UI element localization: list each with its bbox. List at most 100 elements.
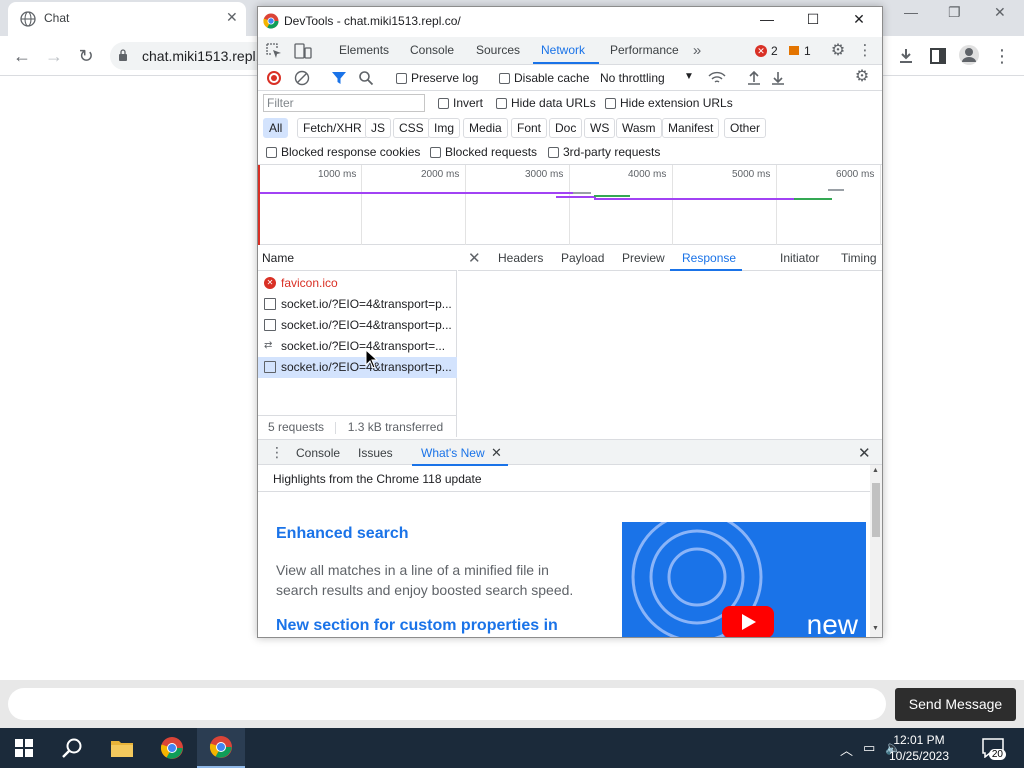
export-har-icon[interactable] bbox=[770, 70, 786, 86]
type-filter-manifest[interactable]: Manifest bbox=[662, 118, 720, 138]
record-icon[interactable] bbox=[267, 71, 281, 85]
third-party-requests-checkbox[interactable]: 3rd-party requests bbox=[548, 145, 660, 159]
devtools-maximize-icon[interactable]: ☐ bbox=[798, 11, 828, 31]
type-filter-ws[interactable]: WS bbox=[584, 118, 616, 138]
tab-response[interactable]: Response bbox=[682, 251, 736, 265]
scroll-up-arrow-icon[interactable]: ▲ bbox=[872, 467, 879, 474]
devtools-menu-icon[interactable]: ⋮ bbox=[856, 42, 874, 60]
browser-close-icon[interactable]: ✕ bbox=[994, 4, 1006, 21]
request-row[interactable]: ✕ favicon.ico bbox=[258, 273, 457, 294]
settings-gear-icon[interactable]: ⚙ bbox=[829, 42, 847, 60]
error-icon[interactable]: ✕ bbox=[755, 45, 767, 57]
chrome-taskbar-button[interactable] bbox=[148, 728, 196, 768]
type-filter-doc[interactable]: Doc bbox=[549, 118, 583, 138]
notification-center-button[interactable]: 20 bbox=[978, 734, 1012, 762]
message-input[interactable] bbox=[8, 688, 886, 720]
clock[interactable]: 12:01 PM 10/25/2023 bbox=[884, 732, 954, 764]
inspect-element-icon[interactable] bbox=[266, 43, 282, 59]
type-filter-all[interactable]: All bbox=[263, 118, 289, 138]
name-column-header[interactable]: Name bbox=[258, 245, 457, 271]
type-filter-font[interactable]: Font bbox=[511, 118, 548, 138]
drawer-tab-whats-new[interactable]: What's New bbox=[421, 446, 485, 460]
search-icon[interactable] bbox=[358, 70, 374, 86]
tab-payload[interactable]: Payload bbox=[561, 251, 604, 265]
reload-icon[interactable]: ↻ bbox=[74, 44, 98, 68]
feature-title-custom-properties[interactable]: New section for custom properties in bbox=[276, 617, 558, 635]
forward-icon[interactable]: → bbox=[42, 44, 66, 68]
request-row[interactable]: ⇄ socket.io/?EIO=4&transport=... bbox=[258, 336, 457, 357]
browser-restore-icon[interactable]: ❐ bbox=[948, 4, 961, 21]
back-icon[interactable]: ← bbox=[10, 44, 34, 68]
send-message-button[interactable]: Send Message bbox=[895, 688, 1016, 721]
type-filter-fetch-xhr[interactable]: Fetch/XHR bbox=[297, 118, 368, 138]
file-explorer-button[interactable] bbox=[98, 728, 146, 768]
error-count[interactable]: 2 bbox=[771, 44, 778, 58]
close-details-icon[interactable]: ✕ bbox=[468, 249, 481, 267]
invert-checkbox[interactable]: Invert bbox=[438, 96, 483, 110]
warning-count[interactable]: 1 bbox=[804, 44, 811, 58]
tab-performance[interactable]: Performance bbox=[610, 43, 679, 57]
profile-avatar-icon[interactable] bbox=[958, 44, 980, 66]
type-filter-js[interactable]: JS bbox=[365, 118, 392, 138]
type-filter-css[interactable]: CSS bbox=[393, 118, 430, 138]
tab-initiator[interactable]: Initiator bbox=[780, 251, 819, 265]
tab-close-icon[interactable]: ✕ bbox=[226, 9, 238, 26]
browser-minimize-icon[interactable]: — bbox=[904, 4, 918, 20]
scrollbar-thumb[interactable] bbox=[872, 483, 880, 537]
network-icon[interactable]: ▭ bbox=[863, 740, 875, 756]
browser-tab[interactable]: Chat ✕ bbox=[8, 2, 246, 36]
tab-timing[interactable]: Timing bbox=[841, 251, 877, 265]
tab-elements[interactable]: Elements bbox=[339, 43, 389, 57]
warning-icon[interactable] bbox=[789, 46, 799, 55]
address-bar[interactable]: chat.miki1513.repl. bbox=[110, 42, 280, 70]
filter-icon[interactable] bbox=[332, 71, 346, 85]
blocked-response-cookies-checkbox[interactable]: Blocked response cookies bbox=[266, 145, 420, 159]
import-har-icon[interactable] bbox=[746, 70, 762, 86]
search-icon bbox=[62, 738, 82, 758]
request-row[interactable]: socket.io/?EIO=4&transport=p... bbox=[258, 357, 457, 378]
hide-extension-urls-checkbox[interactable]: Hide extension URLs bbox=[605, 96, 733, 110]
tab-sources[interactable]: Sources bbox=[476, 43, 520, 57]
network-settings-icon[interactable]: ⚙ bbox=[853, 68, 871, 86]
blocked-requests-checkbox[interactable]: Blocked requests bbox=[430, 145, 537, 159]
tab-preview[interactable]: Preview bbox=[622, 251, 665, 265]
whats-new-video-thumbnail[interactable]: new bbox=[622, 522, 866, 637]
close-whats-new-icon[interactable]: ✕ bbox=[491, 445, 502, 461]
network-overview-timeline[interactable]: 1000 ms 2000 ms 3000 ms 4000 ms 5000 ms … bbox=[258, 165, 882, 245]
drawer-tab-issues[interactable]: Issues bbox=[358, 446, 393, 460]
whats-new-scrollbar[interactable]: ▲ ▼ bbox=[870, 465, 882, 637]
type-filter-other[interactable]: Other bbox=[724, 118, 767, 138]
throttling-select[interactable]: No throttling ▼ bbox=[600, 71, 696, 85]
more-tabs-icon[interactable]: » bbox=[688, 42, 706, 60]
tab-network[interactable]: Network bbox=[541, 43, 585, 57]
preserve-log-checkbox[interactable]: Preserve log bbox=[396, 71, 478, 85]
tray-chevron-icon[interactable]: ︿ bbox=[840, 740, 853, 759]
filter-input[interactable]: Filter bbox=[263, 94, 425, 112]
side-panel-icon[interactable] bbox=[928, 46, 948, 66]
type-filter-media[interactable]: Media bbox=[463, 118, 508, 138]
devtools-titlebar[interactable]: DevTools - chat.miki1513.repl.co/ — ☐ ✕ bbox=[258, 7, 882, 35]
hide-data-urls-checkbox[interactable]: Hide data URLs bbox=[496, 96, 596, 110]
search-button[interactable] bbox=[48, 728, 96, 768]
devtools-close-icon[interactable]: ✕ bbox=[844, 11, 874, 31]
drawer-menu-icon[interactable]: ⋮ bbox=[270, 444, 284, 461]
tab-console[interactable]: Console bbox=[410, 43, 454, 57]
drawer-tab-console[interactable]: Console bbox=[296, 446, 340, 460]
request-row[interactable]: socket.io/?EIO=4&transport=p... bbox=[258, 294, 457, 315]
request-row[interactable]: socket.io/?EIO=4&transport=p... bbox=[258, 315, 457, 336]
network-conditions-icon[interactable] bbox=[708, 70, 726, 86]
chrome-devtools-taskbar-button[interactable] bbox=[197, 728, 245, 768]
download-icon[interactable] bbox=[896, 46, 916, 66]
more-menu-icon[interactable]: ⋮ bbox=[990, 44, 1014, 68]
close-drawer-icon[interactable]: ✕ bbox=[858, 444, 871, 462]
type-filter-img[interactable]: Img bbox=[428, 118, 461, 138]
device-toolbar-icon[interactable] bbox=[294, 43, 312, 59]
tab-headers[interactable]: Headers bbox=[498, 251, 543, 265]
scroll-down-arrow-icon[interactable]: ▼ bbox=[872, 625, 879, 632]
clear-icon[interactable] bbox=[294, 70, 310, 86]
devtools-minimize-icon[interactable]: — bbox=[752, 11, 782, 31]
start-button[interactable] bbox=[0, 728, 48, 768]
disable-cache-checkbox[interactable]: Disable cache bbox=[499, 71, 589, 85]
type-filter-wasm[interactable]: Wasm bbox=[616, 118, 662, 138]
feature-title-enhanced-search[interactable]: Enhanced search bbox=[276, 525, 409, 543]
